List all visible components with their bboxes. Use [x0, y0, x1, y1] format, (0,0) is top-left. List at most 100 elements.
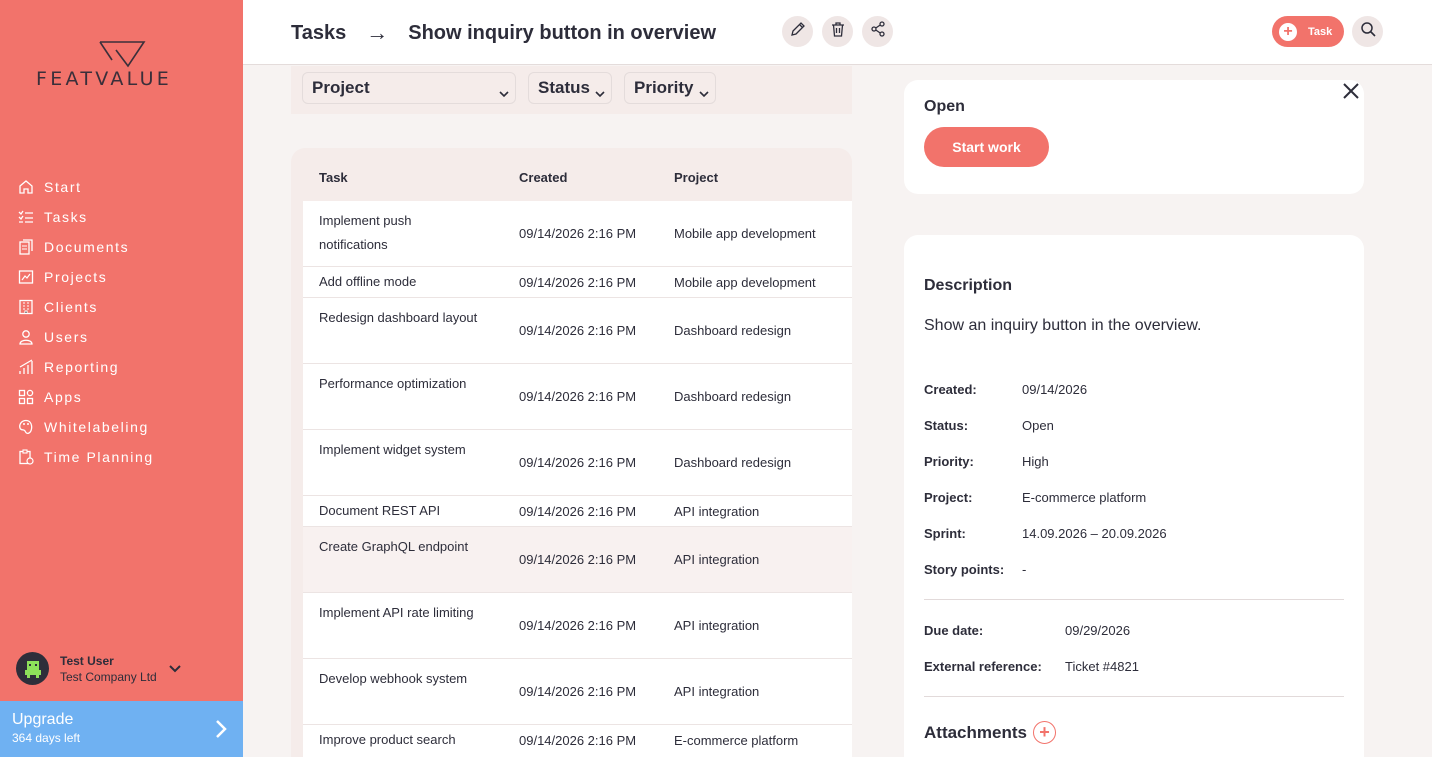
created-cell: 09/14/2026 2:16 PM [519, 733, 637, 748]
user-company: Test Company Ltd [60, 669, 157, 684]
sidebar-item-label: Documents [44, 239, 130, 255]
user-icon [16, 328, 36, 346]
chevron-down-icon[interactable] [169, 660, 181, 678]
attachments-heading: Attachments [924, 722, 1027, 742]
column-header-created[interactable]: Created [519, 170, 567, 185]
field-label: Sprint: [924, 526, 966, 541]
project-cell: API integration [674, 552, 760, 567]
pencil-icon [790, 21, 806, 42]
close-icon[interactable] [1342, 82, 1360, 105]
chevron-down-icon [595, 83, 605, 103]
add-attachment-button[interactable]: + [1032, 721, 1056, 744]
task-cell: Add offline mode [319, 274, 417, 289]
field-value: 09/29/2026 [1065, 623, 1131, 638]
task-cell: Create GraphQL endpoint [319, 539, 469, 554]
table-row[interactable]: Add offline mode 09/14/2026 2:16 PM Mobi… [303, 267, 852, 298]
sidebar-item-users[interactable]: Users [16, 322, 154, 352]
field-value: 14.09.2026 – 20.09.2026 [1022, 526, 1167, 541]
delete-button[interactable] [822, 16, 853, 47]
upgrade-banner[interactable]: Upgrade 364 days left [0, 701, 243, 757]
description-heading: Description [924, 277, 1013, 294]
start-work-button[interactable]: Start work [924, 127, 1049, 167]
sidebar-item-label: Start [44, 179, 82, 195]
divider [924, 696, 1344, 697]
sidebar-item-apps[interactable]: Apps [16, 382, 154, 412]
user-menu[interactable]: Test User Test Company Ltd [16, 652, 181, 685]
project-cell: Dashboard redesign [674, 389, 792, 404]
sidebar-item-projects[interactable]: Projects [16, 262, 154, 292]
task-cell: Document REST API [319, 503, 441, 518]
priority-filter-select[interactable]: Priority [624, 72, 716, 104]
status-title: Open [924, 98, 965, 115]
sidebar-item-documents[interactable]: Documents [16, 232, 154, 262]
field-value: Ticket #4821 [1065, 659, 1139, 674]
created-cell: 09/14/2026 2:16 PM [519, 323, 637, 338]
search-button[interactable] [1352, 16, 1383, 47]
palette-icon [16, 418, 36, 436]
status-filter-label: Status [538, 78, 590, 97]
avatar [16, 652, 49, 685]
sidebar-item-whitelabeling[interactable]: Whitelabeling [16, 412, 154, 442]
checklist-icon [16, 208, 36, 226]
featvalue-logo[interactable]: FEATVALUE [36, 40, 208, 90]
share-button[interactable] [862, 16, 893, 47]
sidebar-item-label: Time Planning [44, 449, 154, 465]
edit-button[interactable] [782, 16, 813, 47]
attachments-section: Attachments + [924, 721, 1056, 744]
sidebar-item-reporting[interactable]: Reporting [16, 352, 154, 382]
logo-mark-icon [99, 41, 146, 68]
sidebar-item-clients[interactable]: Clients [16, 292, 154, 322]
field-value: 09/14/2026 [1022, 382, 1088, 397]
column-header-task[interactable]: Task [319, 170, 348, 185]
add-task-button[interactable]: + Task [1272, 16, 1344, 47]
sidebar-item-label: Whitelabeling [44, 419, 149, 435]
upgrade-title: Upgrade [12, 711, 74, 728]
task-cell: Redesign dashboard layout [319, 310, 478, 325]
table-row[interactable]: Performance optimization 09/14/2026 2:16… [303, 364, 852, 430]
table-row[interactable]: Improve product search 09/14/2026 2:16 P… [303, 725, 852, 757]
table-row-hovered[interactable]: Create GraphQL endpoint 09/14/2026 2:16 … [303, 527, 852, 593]
project-filter-select[interactable]: Project [302, 72, 516, 104]
task-cell: Improve product search [319, 732, 456, 747]
priority-filter-label: Priority [634, 78, 694, 97]
task-cell: Implement push notifications [319, 213, 412, 252]
breadcrumb-tasks[interactable]: Tasks [291, 22, 346, 45]
share-icon [870, 21, 886, 42]
table-row[interactable]: Develop webhook system 09/14/2026 2:16 P… [303, 659, 852, 725]
table-row[interactable]: Implement push notifications 09/14/2026 … [303, 201, 852, 267]
chart-icon [16, 358, 36, 376]
sidebar-item-tasks[interactable]: Tasks [16, 202, 154, 232]
sidebar-item-start[interactable]: Start [16, 172, 154, 202]
project-cell: API integration [674, 504, 760, 519]
column-header-project[interactable]: Project [674, 170, 718, 185]
project-cell: Dashboard redesign [674, 323, 792, 338]
table-row[interactable]: Redesign dashboard layout 09/14/2026 2:1… [303, 298, 852, 364]
table-row[interactable]: Document REST API 09/14/2026 2:16 PM API… [303, 496, 852, 527]
documents-icon [16, 238, 36, 256]
sidebar-item-label: Reporting [44, 359, 120, 375]
description-text: Show an inquiry button in the overview. [924, 317, 1202, 334]
field-value: Open [1022, 418, 1054, 433]
filter-bar: Project Status Priority [291, 66, 852, 114]
projects-icon [16, 268, 36, 286]
sidebar-item-label: Clients [44, 299, 98, 315]
chevron-down-icon [699, 83, 709, 103]
add-task-label: Task [1308, 25, 1333, 38]
sidebar-item-label: Tasks [44, 209, 88, 225]
sidebar-item-label: Users [44, 329, 89, 345]
top-header: Tasks → Show inquiry button in overview … [243, 0, 1432, 65]
sidebar-item-time-planning[interactable]: Time Planning [16, 442, 154, 472]
status-filter-select[interactable]: Status [528, 72, 612, 104]
user-name: Test User [60, 653, 114, 668]
building-icon [16, 298, 36, 316]
table-row[interactable]: Implement widget system 09/14/2026 2:16 … [303, 430, 852, 496]
table-row[interactable]: Implement API rate limiting 09/14/2026 2… [303, 593, 852, 659]
page-title: Show inquiry button in overview [408, 21, 717, 44]
sidebar: FEATVALUE Start Tasks Documents Projects… [0, 0, 243, 757]
plus-icon: + [1279, 22, 1297, 41]
brand-name: FEATVALUE [36, 68, 173, 90]
created-cell: 09/14/2026 2:16 PM [519, 389, 637, 404]
created-cell: 09/14/2026 2:16 PM [519, 455, 637, 470]
project-cell: Mobile app development [674, 275, 816, 290]
clipboard-icon [16, 448, 36, 466]
